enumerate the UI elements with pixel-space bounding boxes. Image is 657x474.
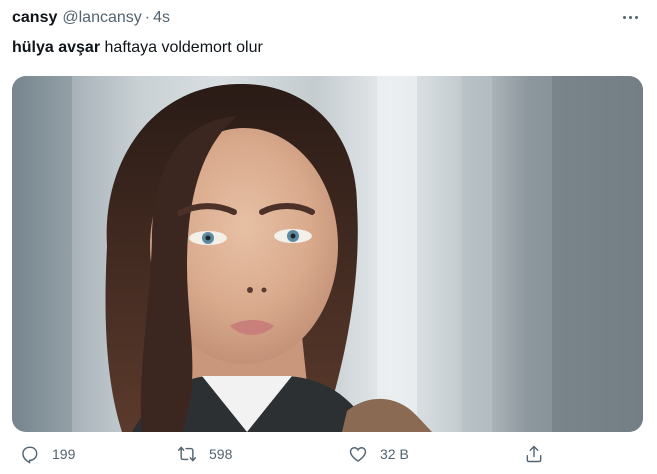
more-icon[interactable] <box>617 4 643 30</box>
tweet-text-bold: hülya avşar <box>12 39 101 56</box>
like-icon <box>349 447 367 462</box>
separator-dot: · <box>144 9 151 26</box>
tweet-text-rest: haftaya voldemort olur <box>104 39 263 56</box>
like-button[interactable]: 32 B <box>348 444 409 464</box>
user-handle[interactable]: @lancansy <box>62 9 141 27</box>
share-icon <box>526 445 542 463</box>
reply-count: 199 <box>52 446 76 462</box>
tweet-header: cansy @lancansy · 4s <box>12 9 170 29</box>
tweet-text: hülya avşar haftaya voldemort olur <box>12 39 263 57</box>
tweet-media-image[interactable] <box>12 76 643 432</box>
tweet-timestamp[interactable]: 4s <box>153 9 170 27</box>
retweet-icon <box>177 446 197 462</box>
retweet-count: 598 <box>209 446 233 462</box>
tweet-action-bar: 199 598 32 B <box>12 444 632 474</box>
photo-illustration <box>12 76 643 432</box>
like-count: 32 B <box>380 446 409 462</box>
retweet-button[interactable]: 598 <box>177 444 232 464</box>
share-button[interactable] <box>524 444 544 464</box>
display-name[interactable]: cansy <box>12 9 57 27</box>
reply-icon <box>22 446 38 464</box>
reply-button[interactable]: 199 <box>20 444 75 464</box>
